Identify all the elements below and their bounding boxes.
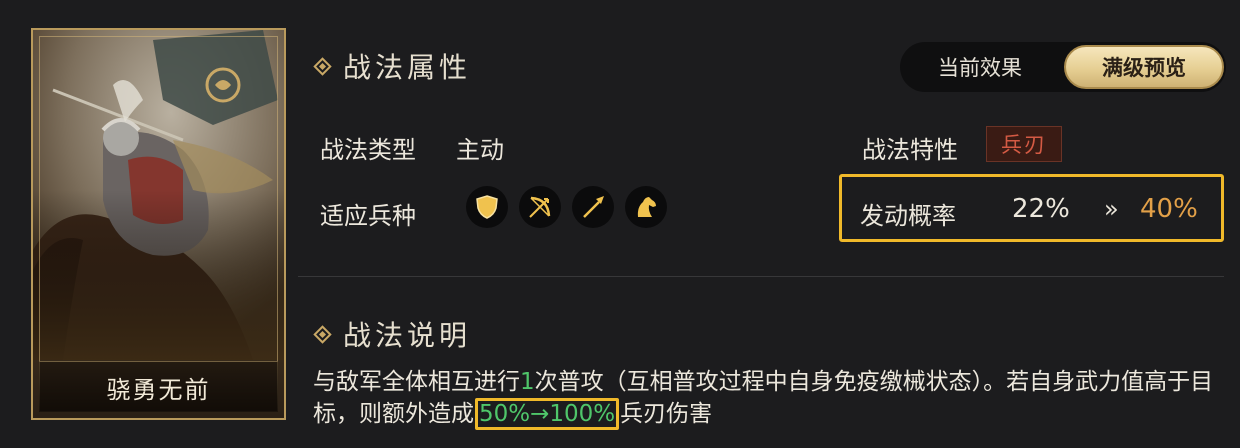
current-effect-tab[interactable]: 当前效果 [900, 42, 1060, 92]
tactic-type-value: 主动 [456, 136, 504, 164]
diamond-bullet-icon [313, 56, 332, 76]
card-inner-border [39, 36, 278, 412]
description-heading: 战法说明 [313, 314, 472, 354]
tactic-type-label: 战法类型 [320, 136, 416, 164]
trigger-rate-label: 发动概率 [860, 202, 956, 230]
tactic-trait-label: 战法特性 [862, 136, 958, 164]
description-title: 战法说明 [343, 319, 472, 352]
tactic-name: 骁勇无前 [106, 375, 211, 404]
double-chevron-icon: » [1104, 195, 1119, 223]
shield-icon [466, 186, 508, 228]
description-text-1: 与敌军全体相互进行 [313, 369, 520, 395]
tactic-card: 骁勇无前 [31, 28, 286, 420]
card-name-bar: 骁勇无前 [39, 361, 278, 412]
tactic-trait-badge: 兵刃 [986, 126, 1062, 162]
bow-icon [519, 186, 561, 228]
max-level-preview-tab[interactable]: 满级预览 [1064, 45, 1224, 89]
effect-toggle[interactable]: 当前效果 满级预览 [900, 42, 1226, 92]
attributes-title: 战法属性 [343, 51, 472, 84]
attack-count: 1 [520, 369, 535, 395]
spear-icon [572, 186, 614, 228]
diamond-bullet-icon [313, 324, 332, 344]
tactic-description: 与敌军全体相互进行1次普攻（互相普攻过程中自身免疫缴械状态）。若自身武力值高于目… [313, 366, 1225, 430]
attributes-heading: 战法属性 [313, 46, 472, 86]
section-divider [298, 276, 1224, 277]
troop-types-label: 适应兵种 [320, 202, 416, 230]
trigger-rate-max: 40% [1140, 194, 1198, 224]
tactic-trait-value: 兵刃 [1001, 133, 1047, 157]
card-corner-ornament [33, 30, 55, 52]
damage-range-highlight: 50%→100% [475, 398, 620, 430]
description-text-3: 兵刃伤害 [620, 401, 713, 427]
trigger-rate-current: 22% [1012, 194, 1070, 224]
card-corner-ornament [262, 30, 284, 52]
horse-icon [625, 186, 667, 228]
